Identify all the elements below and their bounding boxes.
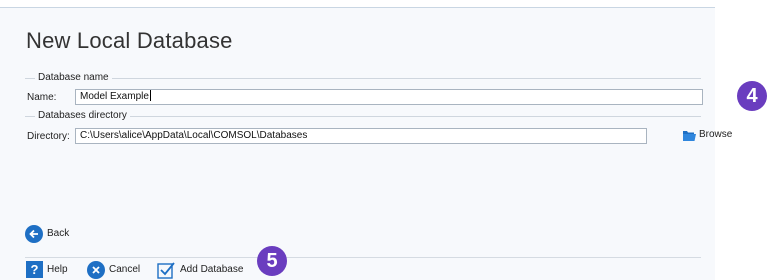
section-databases-directory: Databases directory (25, 110, 701, 122)
directory-input-value: C:\Users\alice\AppData\Local\COMSOL\Data… (80, 130, 308, 141)
folder-icon (683, 130, 696, 141)
help-label: Help (47, 263, 68, 275)
back-label: Back (47, 228, 70, 239)
add-database-label: Add Database (180, 264, 244, 275)
section-divider (25, 78, 701, 79)
section-label: Databases directory (35, 110, 130, 122)
name-label: Name: (27, 92, 57, 103)
browse-button[interactable]: Browse (683, 129, 732, 141)
back-button[interactable]: Back (25, 225, 69, 243)
add-database-icon (157, 262, 175, 279)
name-input[interactable]: Model Example (75, 89, 703, 105)
cancel-icon (87, 261, 105, 279)
add-database-button[interactable]: Add Database (157, 261, 243, 279)
section-label: Database name (35, 72, 112, 84)
cancel-button[interactable]: Cancel (87, 261, 140, 279)
wizard-panel: New Local Database Database name Name: M… (0, 7, 732, 280)
page-title: New Local Database (26, 28, 233, 53)
text-caret (149, 90, 151, 101)
help-button[interactable]: ? Help (26, 261, 68, 278)
directory-input[interactable]: C:\Users\alice\AppData\Local\COMSOL\Data… (75, 128, 647, 144)
step-badge-5: 5 (257, 246, 287, 276)
section-database-name: Database name (25, 72, 701, 84)
directory-label: Directory: (27, 131, 70, 142)
cancel-label: Cancel (109, 264, 141, 275)
browse-label: Browse (699, 129, 733, 140)
step-badge-4: 4 (737, 81, 767, 111)
name-input-value: Model Example (80, 91, 149, 102)
help-icon: ? (26, 261, 43, 278)
footer-divider (25, 257, 701, 258)
back-arrow-icon (25, 225, 43, 243)
